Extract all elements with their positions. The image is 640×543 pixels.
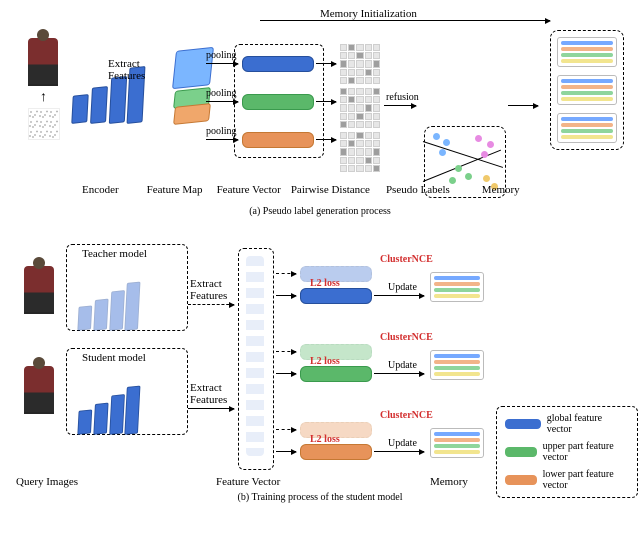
- memory-bank-2: [557, 75, 617, 105]
- extract-features-student: Extract Features: [190, 382, 227, 406]
- teacher-fvec-arrow-l: [276, 429, 296, 430]
- update-global: Update: [388, 282, 417, 293]
- legend-swatch-global: [505, 419, 541, 429]
- extract-arrow-student: [188, 408, 234, 409]
- memory-bank-3: [557, 113, 617, 143]
- update-arrow-global: [374, 295, 424, 296]
- memory-global: [430, 272, 484, 302]
- memory-lower: [430, 428, 484, 458]
- panel-b: Query Images Teacher model Student model…: [10, 236, 630, 501]
- pooling-label-1: pooling: [206, 50, 237, 61]
- fvec-lower: [242, 132, 314, 148]
- panel-a-caption: (a) Pseudo label generation process: [10, 206, 630, 217]
- update-arrow-upper: [374, 373, 424, 374]
- student-fvec-lower: [300, 444, 372, 460]
- update-arrow-lower: [374, 451, 424, 452]
- student-fvec-arrow-g: [276, 295, 296, 296]
- to-memory-arrow: [508, 105, 538, 106]
- axis-pseudo: Pseudo Labels: [386, 184, 450, 196]
- l2loss-lower: L2 loss: [310, 434, 340, 445]
- fvec-global: [242, 56, 314, 72]
- memory-bank-1: [557, 37, 617, 67]
- student-encoder: [78, 383, 139, 434]
- memory-box: [550, 30, 624, 150]
- pooling-label-2: pooling: [206, 88, 237, 99]
- clusternce-global: ClusterNCE: [380, 254, 433, 265]
- student-fvec-global: [300, 288, 372, 304]
- legend-global-label: global feature vector: [547, 413, 629, 435]
- student-fvec-arrow-l: [276, 451, 296, 452]
- legend-upper-label: upper part feature vector: [543, 441, 629, 463]
- pooling-label-3: pooling: [206, 126, 237, 137]
- pairwise-grid-2: [340, 88, 380, 128]
- teacher-fvec-arrow-u: [276, 351, 296, 352]
- update-upper: Update: [388, 360, 417, 371]
- pooling-arrow-1: [206, 63, 238, 64]
- memory-init-arrow: [260, 20, 550, 21]
- legend-lower: lower part feature vector: [505, 469, 629, 491]
- fvec-upper: [242, 94, 314, 110]
- axis-feature-vector: Feature Vector: [217, 184, 281, 196]
- memory-init-label: Memory Initialization: [320, 8, 417, 20]
- teacher-encoder: [78, 279, 139, 330]
- l2loss-global: L2 loss: [310, 278, 340, 289]
- memory-upper: [430, 350, 484, 380]
- query-images-label: Query Images: [16, 476, 78, 488]
- input-noisy: [28, 108, 60, 140]
- memory-label-b: Memory: [430, 476, 468, 488]
- clusternce-upper: ClusterNCE: [380, 332, 433, 343]
- refusion-label: refusion: [386, 92, 419, 103]
- teacher-model-label: Teacher model: [82, 248, 147, 260]
- axis-memory: Memory: [482, 184, 520, 196]
- query-image-student: [24, 366, 54, 414]
- pairwise-grid-1: [340, 44, 380, 84]
- feature-vector-label-b: Feature Vector: [216, 476, 280, 488]
- input-image: [28, 38, 58, 86]
- refusion-arrow: [384, 105, 416, 106]
- legend-swatch-upper: [505, 447, 537, 457]
- pooling-arrow-2: [206, 101, 238, 102]
- axis-feature-map: Feature Map: [147, 184, 203, 196]
- up-arrow-icon: ↑: [40, 90, 47, 106]
- legend-lower-label: lower part feature vector: [543, 469, 629, 491]
- axis-encoder: Encoder: [82, 184, 119, 196]
- legend-box: global feature vector upper part feature…: [496, 406, 638, 498]
- update-lower: Update: [388, 438, 417, 449]
- axis-labels-a: Encoder Feature Map Feature Vector Pairw…: [82, 184, 520, 196]
- extract-features-teacher: Extract Features: [190, 278, 227, 302]
- legend-global: global feature vector: [505, 413, 629, 435]
- fv-pd-arrow-3: [316, 139, 336, 140]
- extract-arrow-teacher: [188, 304, 234, 305]
- query-image-teacher: [24, 266, 54, 314]
- teacher-fvec-arrow-g: [276, 273, 296, 274]
- panel-a: Memory Initialization ↑ Extract Features…: [10, 8, 630, 228]
- fv-pd-arrow-2: [316, 101, 336, 102]
- fv-pd-arrow-1: [316, 63, 336, 64]
- l2loss-upper: L2 loss: [310, 356, 340, 367]
- student-model-label: Student model: [82, 352, 146, 364]
- student-fvec-upper: [300, 366, 372, 382]
- feature-map-icon: [170, 53, 216, 111]
- extract-features-label-a: Extract Features: [108, 58, 145, 82]
- pairwise-grid-3: [340, 132, 380, 172]
- legend-upper: upper part feature vector: [505, 441, 629, 463]
- pooling-arrow-3: [206, 139, 238, 140]
- clusternce-lower: ClusterNCE: [380, 410, 433, 421]
- panel-b-caption: (b) Training process of the student mode…: [10, 492, 630, 503]
- legend-swatch-lower: [505, 475, 537, 485]
- feature-vector-placeholder: [246, 256, 264, 456]
- student-fvec-arrow-u: [276, 373, 296, 374]
- axis-pairwise: Pairwise Distance: [291, 184, 370, 196]
